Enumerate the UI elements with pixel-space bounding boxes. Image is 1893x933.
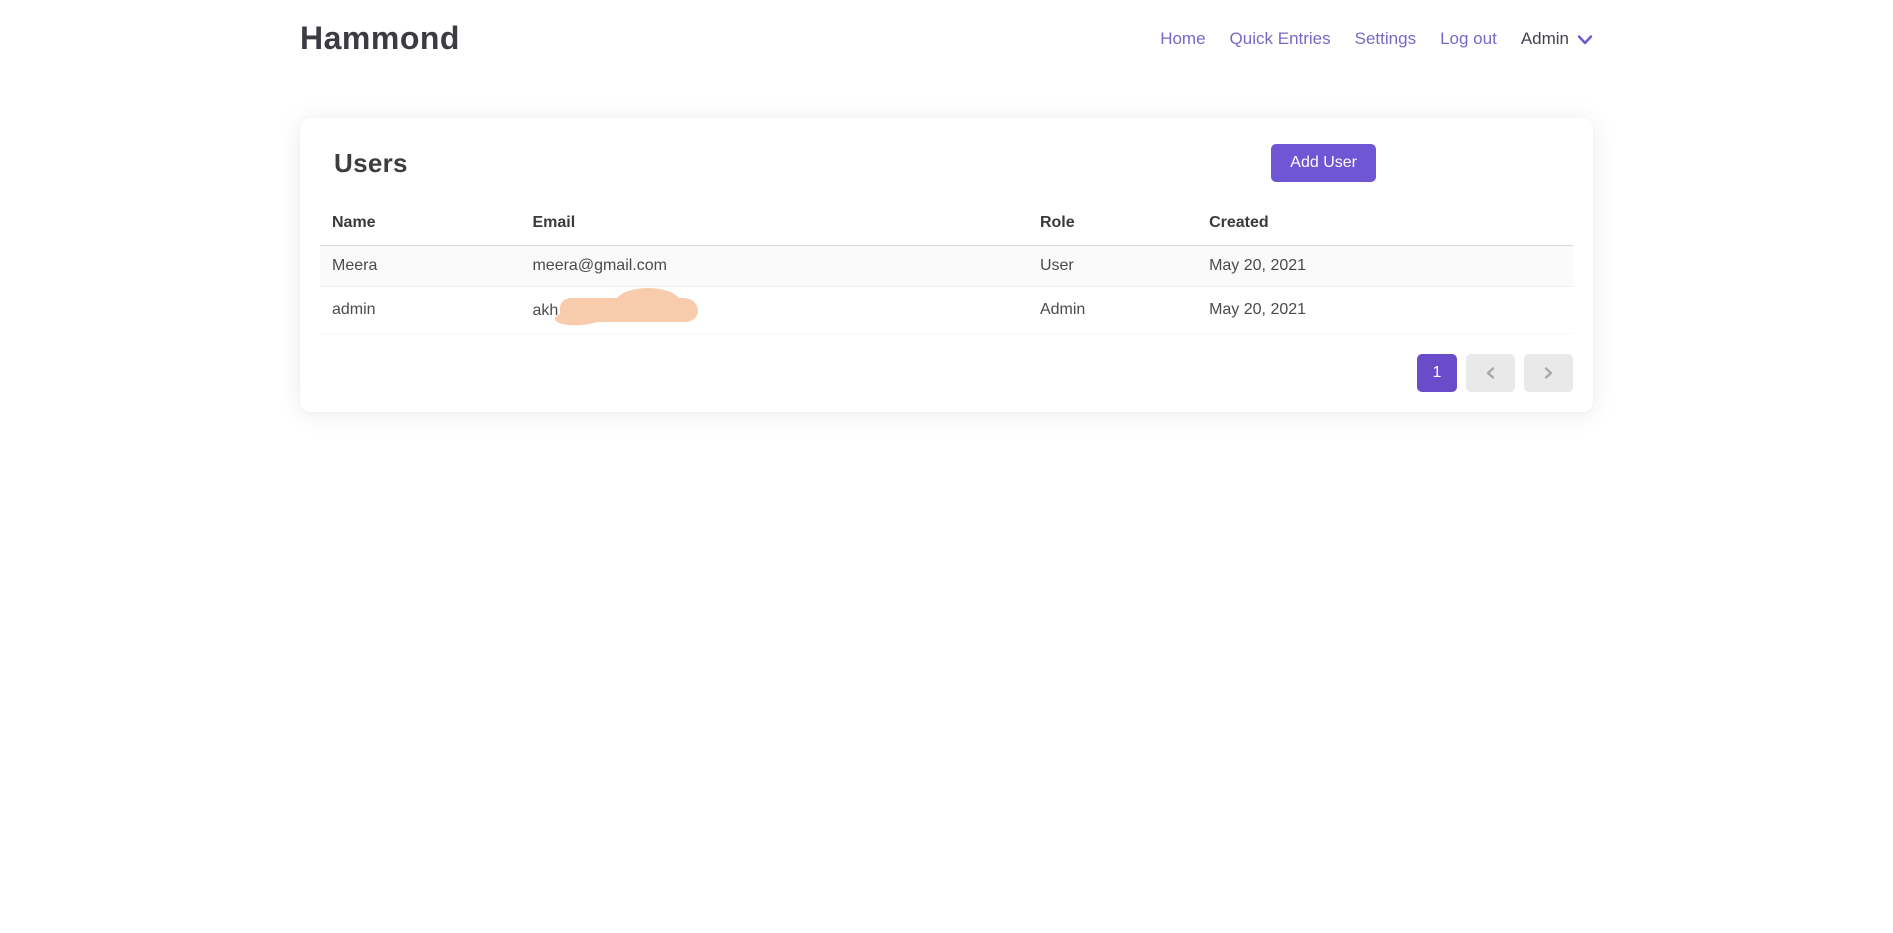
- main-content: Users Add User Name Email Role Created M…: [0, 118, 1893, 412]
- column-header-created: Created: [1197, 204, 1573, 246]
- chevron-right-icon: [1543, 366, 1554, 380]
- cell-role: User: [1028, 246, 1197, 287]
- cell-email: meera@gmail.com: [520, 246, 1027, 287]
- main-nav: Home Quick Entries Settings Log out Admi…: [1160, 29, 1593, 49]
- cell-role: Admin: [1028, 287, 1197, 334]
- user-menu-label: Admin: [1521, 29, 1569, 49]
- column-header-email: Email: [520, 204, 1027, 246]
- redaction-scribble: [560, 298, 698, 322]
- chevron-left-icon: [1485, 366, 1496, 380]
- user-menu-dropdown[interactable]: Admin: [1521, 29, 1593, 49]
- table-row: admin akh Admin May 20, 2021: [320, 287, 1573, 334]
- next-page-button[interactable]: [1524, 354, 1573, 392]
- page-1-button[interactable]: 1: [1417, 354, 1457, 392]
- table-header-row: Name Email Role Created: [320, 204, 1573, 246]
- cell-name: admin: [320, 287, 520, 334]
- users-card: Users Add User Name Email Role Created M…: [300, 118, 1593, 412]
- prev-page-button[interactable]: [1466, 354, 1515, 392]
- chevron-down-icon: [1577, 31, 1593, 46]
- page-title: Users: [334, 148, 408, 179]
- nav-item-quick-entries[interactable]: Quick Entries: [1230, 29, 1331, 49]
- nav-item-home[interactable]: Home: [1160, 29, 1205, 49]
- cell-name: Meera: [320, 246, 520, 287]
- cell-email-visible-text: akh: [532, 302, 558, 319]
- column-header-name: Name: [320, 204, 520, 246]
- cell-created: May 20, 2021: [1197, 246, 1573, 287]
- table-row: Meera meera@gmail.com User May 20, 2021: [320, 246, 1573, 287]
- column-header-role: Role: [1028, 204, 1197, 246]
- nav-item-settings[interactable]: Settings: [1355, 29, 1416, 49]
- users-table: Name Email Role Created Meera meera@gmai…: [320, 204, 1573, 334]
- cell-email: akh: [520, 287, 1027, 334]
- app-header: Hammond Home Quick Entries Settings Log …: [0, 0, 1893, 67]
- add-user-button[interactable]: Add User: [1271, 144, 1376, 182]
- brand-logo[interactable]: Hammond: [300, 20, 460, 57]
- pagination: 1: [320, 354, 1573, 392]
- cell-created: May 20, 2021: [1197, 287, 1573, 334]
- nav-item-logout[interactable]: Log out: [1440, 29, 1497, 49]
